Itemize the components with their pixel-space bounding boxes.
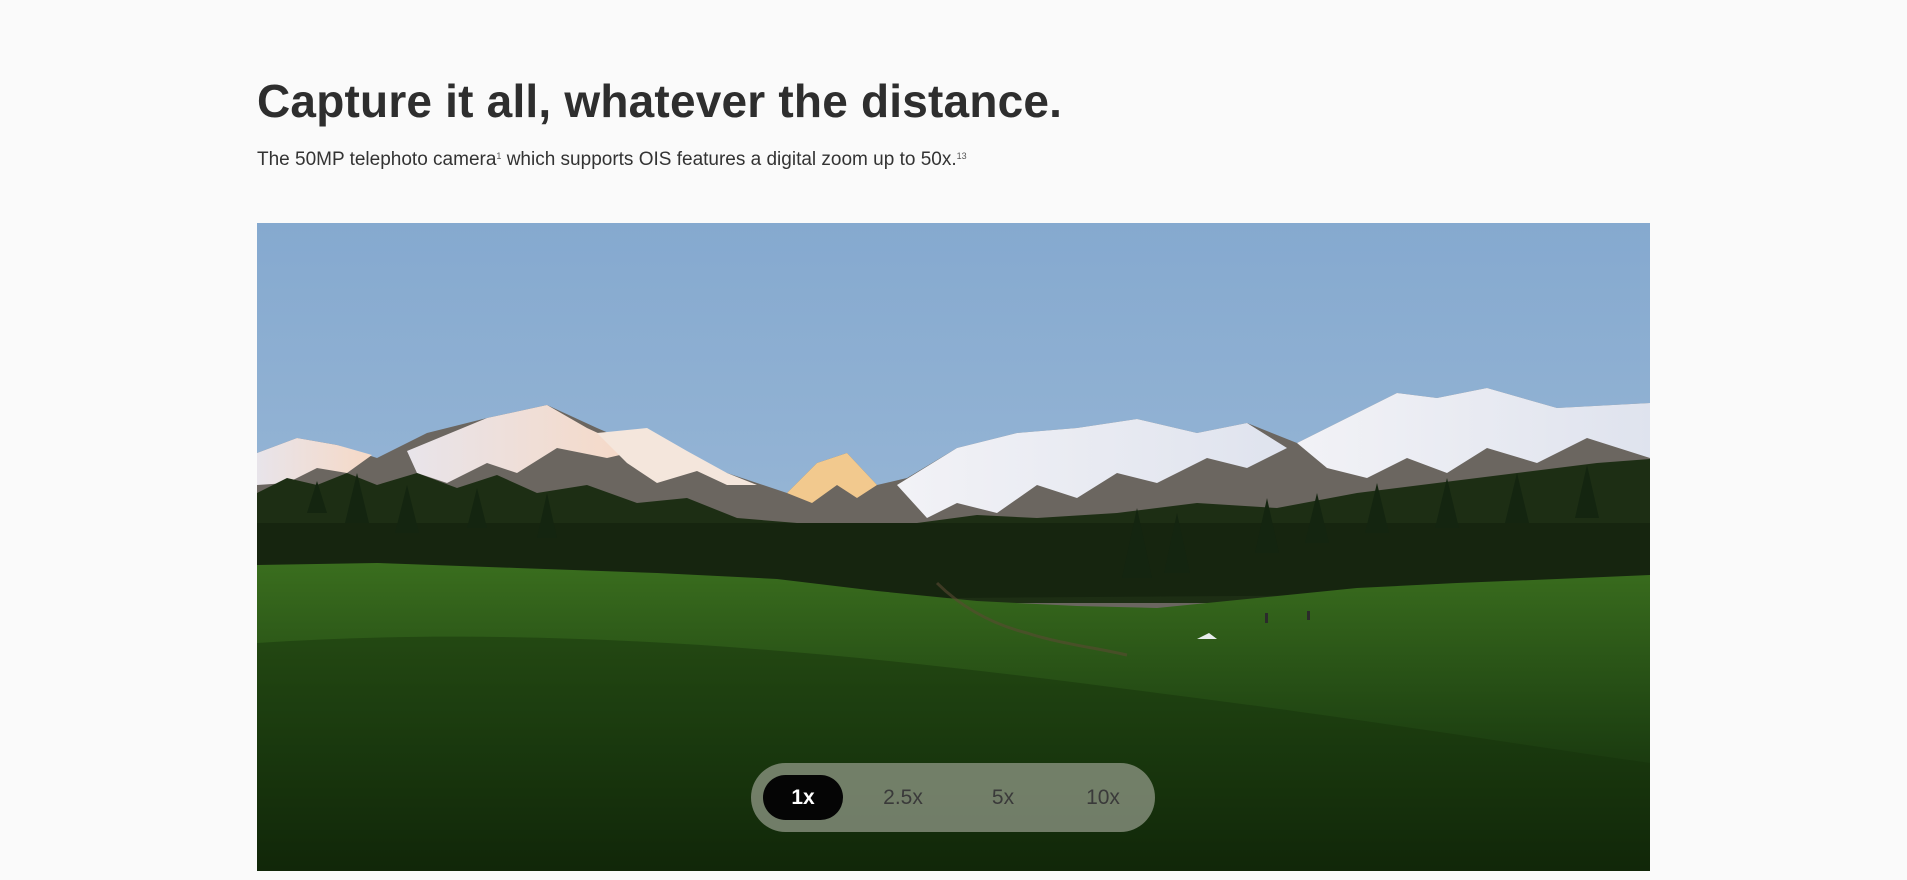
footnote-marker-2[interactable]: 13	[957, 151, 967, 161]
section-subtitle: The 50MP telephoto camera1 which support…	[257, 149, 967, 171]
zoom-option-1x[interactable]: 1x	[763, 775, 843, 820]
footnote-marker-1[interactable]: 1	[496, 151, 501, 161]
zoom-option-5x[interactable]: 5x	[963, 775, 1043, 820]
section-heading: Capture it all, whatever the distance.	[257, 75, 1063, 127]
zoom-option-2-5x[interactable]: 2.5x	[863, 775, 943, 820]
subtitle-text-2: which supports OIS features a digital zo…	[501, 149, 957, 170]
landscape-photo: 1x 2.5x 5x 10x	[257, 223, 1650, 871]
zoom-selector: 1x 2.5x 5x 10x	[751, 763, 1155, 832]
subtitle-text-1: The 50MP telephoto camera	[257, 149, 497, 170]
zoom-option-10x[interactable]: 10x	[1063, 775, 1143, 820]
